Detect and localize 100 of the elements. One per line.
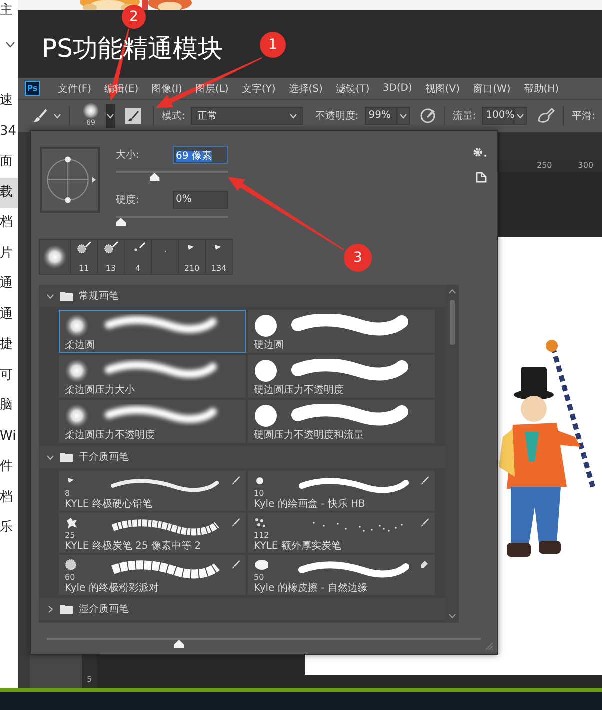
nav-item[interactable]: 档 [0, 482, 18, 513]
nav-item[interactable]: 档 [0, 208, 18, 238]
brush-icon [231, 476, 240, 485]
brush-name: 硬边圆压力不透明度 [254, 385, 345, 397]
brush-group-header[interactable]: 干介质画笔 [39, 446, 446, 468]
menu-item[interactable]: 3D(D) [382, 83, 412, 94]
folder-icon [60, 452, 73, 462]
brush-group-header[interactable]: 湿介质画笔 [39, 598, 446, 620]
menu-item[interactable]: 文件(F) [58, 82, 92, 96]
brush-settings-button[interactable] [125, 108, 141, 124]
nav-item[interactable]: 速 [0, 86, 18, 116]
brush-preset[interactable]: 硬圆压力不透明度和流量 [248, 400, 435, 443]
brush-preset[interactable]: 柔边圆 [59, 310, 246, 353]
field-label: 流量: [452, 110, 476, 123]
scroll-up-icon[interactable] [449, 289, 456, 294]
recent-brush[interactable] [40, 240, 70, 274]
chevron-icon[interactable] [47, 292, 54, 300]
menu-item[interactable]: 选择(S) [288, 82, 323, 96]
menu-item[interactable]: 帮助(H) [524, 82, 560, 96]
size-field[interactable]: 69 像素 [173, 146, 228, 164]
brush-preset[interactable]: 112 KYLE 额外厚实炭笔 [248, 513, 435, 553]
brush-preset[interactable]: 硬边圆压力不透明度 [248, 355, 435, 398]
nav-item[interactable]: 可 [0, 360, 18, 391]
nav-item[interactable]: 面 [0, 147, 18, 178]
menu-item[interactable]: 视图(V) [425, 82, 460, 96]
scroll-down-icon[interactable] [449, 614, 456, 619]
brush-group-header[interactable]: 常规画笔 [39, 285, 446, 307]
preview-size-slider[interactable] [47, 637, 481, 649]
field-label: 模式: [162, 110, 186, 123]
folder-icon [60, 291, 73, 301]
brush-preset[interactable]: 25 KYLE 终极炭笔 25 像素中等 2 [59, 513, 246, 553]
recent-brush[interactable]: 134 [205, 240, 232, 274]
resize-grip-icon[interactable] [485, 642, 494, 651]
caret-icon [400, 114, 407, 118]
brush-preset[interactable]: 8 KYLE 终极硬心铅笔 [59, 471, 246, 511]
flow-field[interactable]: 100% [482, 107, 514, 125]
menu-item[interactable]: 滤镜(T) [336, 82, 370, 96]
brush-preset[interactable]: 柔边圆压力大小 [59, 355, 246, 398]
field-label: 硬度: [116, 194, 140, 207]
opacity-field[interactable]: 99% [364, 107, 397, 125]
nav-item[interactable]: 片 [0, 238, 18, 269]
nav-item[interactable]: 通 [0, 300, 18, 330]
nav-item[interactable]: 主 [0, 0, 18, 22]
app-logo[interactable]: Ps [25, 81, 40, 96]
brush-preset[interactable]: 硬边圆 [248, 310, 435, 353]
mode-dropdown[interactable]: 正常 [191, 107, 304, 125]
caret-icon [517, 114, 524, 118]
brush-preset[interactable]: 柔边圆压力不透明度 [59, 400, 246, 443]
folder-icon [60, 604, 73, 614]
hardness-slider[interactable] [116, 215, 228, 227]
airbrush-icon[interactable] [537, 108, 556, 124]
chevron-icon[interactable] [47, 606, 54, 612]
nav-item[interactable]: 34 [0, 116, 18, 147]
opacity-dropdown-button[interactable] [396, 107, 410, 125]
nav-item[interactable]: 乐 [0, 513, 18, 544]
brush-tip-preview[interactable] [40, 147, 100, 213]
caret-icon [107, 114, 114, 118]
slider-thumb[interactable] [150, 173, 160, 181]
chevron-icon[interactable] [47, 454, 54, 460]
nav-item[interactable]: 捷 [0, 330, 18, 360]
flow-dropdown-button[interactable] [514, 107, 528, 125]
brush-tip-icon [254, 404, 278, 428]
brush-tip-icon [254, 359, 278, 383]
ruler-label: 5 [86, 675, 94, 684]
brush-preset[interactable]: 60 Kyle 的终极粉彩派对 [59, 555, 246, 595]
nav-item[interactable]: 脑 [0, 391, 18, 422]
nav-item[interactable]: Wi [0, 422, 18, 452]
slider-thumb[interactable] [174, 640, 184, 648]
brush-preset[interactable]: 10 Kyle 的绘画盒 - 快乐 HB [248, 471, 435, 511]
recent-brush[interactable]: 4 [124, 240, 151, 274]
brush-preset[interactable]: 50 Kyle 的橡皮擦 - 自然边缘 [248, 555, 435, 595]
menu-item[interactable]: 窗口(W) [473, 82, 511, 96]
menu-item[interactable]: 文字(Y) [242, 82, 276, 96]
field-label: 平滑: [572, 110, 596, 123]
menu-item[interactable]: 图像(I) [152, 82, 182, 96]
recent-brush[interactable]: 210 [178, 240, 205, 274]
brush-name: KYLE 终极硬心铅笔 [65, 499, 154, 511]
size-slider[interactable] [116, 170, 228, 182]
recent-brush[interactable]: 13 [97, 240, 124, 274]
chevron-icon[interactable] [6, 42, 15, 48]
brush-size: 112 [254, 531, 270, 540]
field-label: 不透明度: [315, 110, 359, 123]
recent-brush[interactable]: 11 [70, 240, 97, 274]
nav-item[interactable]: 载 [0, 178, 18, 208]
brush-tip-icon [254, 314, 278, 338]
slider-thumb[interactable] [116, 218, 126, 226]
new-preset-icon[interactable] [476, 172, 487, 183]
ruler-label: 250 [537, 160, 552, 172]
pressure-icon[interactable] [420, 108, 436, 124]
brush-tip-icon [65, 404, 89, 428]
nav-item[interactable]: 件 [0, 452, 18, 482]
brush-name: KYLE 额外厚实炭笔 [254, 541, 342, 553]
nav-item[interactable]: 通 [0, 269, 18, 300]
brush-tip-icon [65, 314, 89, 338]
brush-icon [231, 560, 240, 569]
hardness-field[interactable]: 0% [173, 191, 228, 209]
preset-dropdown-button[interactable] [106, 104, 115, 128]
brush-tool-icon[interactable] [32, 108, 48, 124]
settings-icon[interactable] [473, 147, 487, 158]
brush-tip-icon [65, 359, 89, 383]
